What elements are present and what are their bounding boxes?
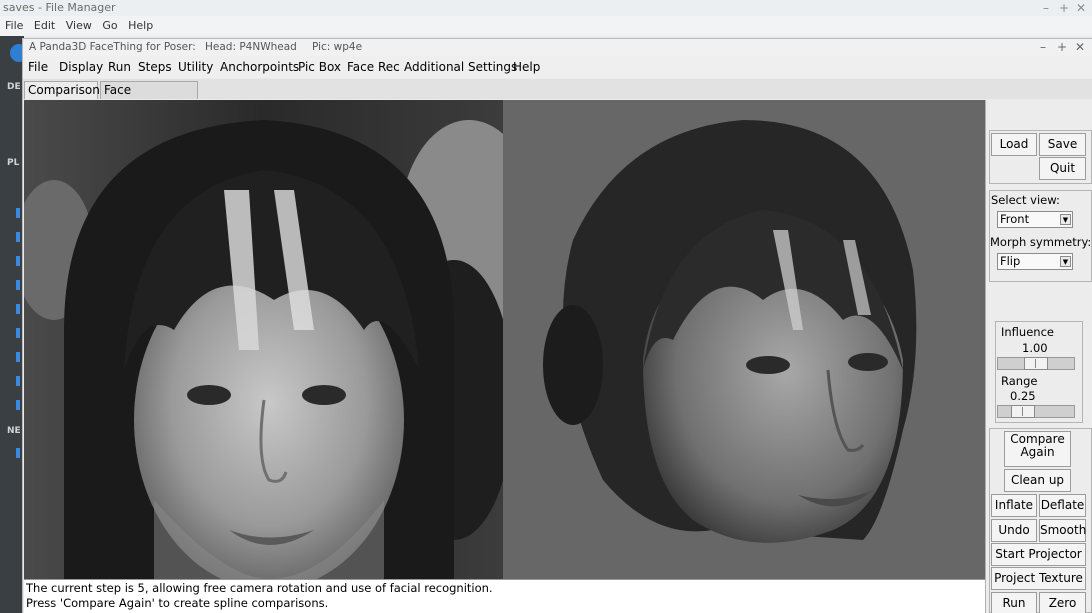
- menu-anchorpoints[interactable]: Anchorpoints: [220, 56, 299, 78]
- fm-bookmark-icon[interactable]: [16, 448, 20, 458]
- tab-comparisons[interactable]: Comparisons: [24, 81, 106, 99]
- select-view-value: Front: [1000, 212, 1030, 226]
- run-button[interactable]: Run: [991, 592, 1037, 613]
- clean-up-button[interactable]: Clean up: [1004, 469, 1071, 492]
- fm-bookmark-icon[interactable]: [16, 304, 20, 314]
- fm-close-icon[interactable]: ✕: [1076, 0, 1086, 16]
- zero-button[interactable]: Zero: [1039, 592, 1086, 613]
- smooth-button[interactable]: Smooth: [1039, 519, 1086, 542]
- file-manager-sidebar: DE PL NE: [0, 36, 24, 613]
- file-manager-title: saves - File Manager: [3, 1, 116, 14]
- menu-help[interactable]: Help: [513, 56, 540, 78]
- influence-slider-thumb[interactable]: [1024, 357, 1048, 370]
- deflate-button[interactable]: Deflate: [1039, 494, 1086, 517]
- window-minimize-icon[interactable]: –: [1040, 39, 1046, 55]
- compare-again-line2: Again: [1020, 445, 1055, 459]
- window-titlebar: A Panda3D FaceThing for Poser: Head: P4N…: [23, 39, 1092, 56]
- status-line-1: The current step is 5, allowing free cam…: [26, 581, 493, 595]
- tab-face-recognition[interactable]: Face Recognition: [100, 81, 198, 114]
- range-slider[interactable]: [997, 405, 1075, 418]
- facething-window: A Panda3D FaceThing for Poser: Head: P4N…: [22, 38, 1092, 613]
- menu-face-rec[interactable]: Face Rec: [347, 56, 400, 78]
- start-projector-button[interactable]: Start Projector: [991, 543, 1086, 566]
- load-button[interactable]: Load: [991, 133, 1037, 156]
- fm-section-label: DE: [7, 82, 21, 92]
- menu-file[interactable]: File: [28, 56, 48, 78]
- fm-menu-go[interactable]: Go: [102, 16, 117, 36]
- quit-button[interactable]: Quit: [1039, 157, 1086, 180]
- undo-button[interactable]: Undo: [991, 519, 1037, 542]
- fm-menu-view[interactable]: View: [66, 16, 92, 36]
- 3d-head-model: [543, 120, 917, 543]
- menu-pic-box[interactable]: Pic Box: [298, 56, 341, 78]
- menu-utility[interactable]: Utility: [178, 56, 213, 78]
- source-photo[interactable]: [24, 100, 503, 579]
- tab-bar: Comparisons Face Recognition: [23, 79, 1092, 114]
- range-slider-thumb[interactable]: [1011, 405, 1035, 418]
- morph-symmetry-dropdown[interactable]: Flip ▼: [997, 253, 1073, 270]
- chevron-down-icon: ▼: [1060, 256, 1071, 267]
- fm-bookmark-icon[interactable]: [16, 280, 20, 290]
- fm-bookmark-icon[interactable]: [16, 352, 20, 362]
- fm-menu-help[interactable]: Help: [128, 16, 153, 36]
- window-maximize-icon[interactable]: +: [1057, 39, 1067, 55]
- fm-section-label: NE: [7, 426, 21, 436]
- fm-bookmark-icon[interactable]: [16, 400, 20, 410]
- fm-maximize-icon[interactable]: +: [1059, 0, 1069, 16]
- save-button[interactable]: Save: [1039, 133, 1086, 156]
- fm-bookmark-icon[interactable]: [16, 328, 20, 338]
- fm-bookmark-icon[interactable]: [16, 208, 20, 218]
- inflate-button[interactable]: Inflate: [991, 494, 1037, 517]
- window-pic-label: Pic: wp4e: [312, 41, 363, 53]
- control-panel: Load Save Quit Select view: Front ▼ Morp…: [985, 100, 1092, 613]
- fm-menu-edit[interactable]: Edit: [34, 16, 55, 36]
- morph-symmetry-label: Morph symmetry:: [990, 235, 1092, 249]
- range-label: Range: [1001, 374, 1038, 388]
- chevron-down-icon: ▼: [1060, 214, 1071, 225]
- morph-symmetry-value: Flip: [1000, 254, 1021, 268]
- window-close-icon[interactable]: ✕: [1075, 39, 1085, 55]
- select-view-dropdown[interactable]: Front ▼: [997, 211, 1073, 228]
- window-head-label: Head: P4NWhead: [205, 41, 297, 53]
- influence-value: 1.00: [1022, 341, 1048, 355]
- status-line-2: Press 'Compare Again' to create spline c…: [26, 596, 329, 610]
- fm-bookmark-icon[interactable]: [16, 256, 20, 266]
- file-manager-titlebar: saves - File Manager – + ✕: [0, 0, 1092, 16]
- status-area: The current step is 5, allowing free cam…: [24, 579, 985, 613]
- fm-section-label: PL: [7, 158, 20, 168]
- file-manager-menubar: File Edit View Go Help: [0, 16, 1092, 36]
- fm-bookmark-icon[interactable]: [16, 232, 20, 242]
- range-value: 0.25: [1010, 389, 1036, 403]
- compare-again-button[interactable]: Compare Again: [1004, 431, 1071, 467]
- fm-bookmark-icon[interactable]: [16, 376, 20, 386]
- menu-display[interactable]: Display: [59, 56, 103, 78]
- menu-run[interactable]: Run: [108, 56, 131, 78]
- source-photo-drawing: [24, 100, 503, 579]
- window-title: A Panda3D FaceThing for Poser:: [29, 41, 196, 53]
- fm-menu-file[interactable]: File: [5, 16, 23, 36]
- 3d-head-viewport[interactable]: [503, 100, 985, 579]
- influence-label: Influence: [1001, 325, 1054, 339]
- influence-slider[interactable]: [997, 357, 1075, 370]
- project-texture-button[interactable]: Project Texture: [991, 567, 1086, 590]
- fm-minimize-icon[interactable]: –: [1043, 0, 1049, 16]
- select-view-label: Select view:: [991, 193, 1060, 207]
- menubar: File Display Run Steps Utility Anchorpoi…: [23, 56, 1092, 78]
- menu-steps[interactable]: Steps: [138, 56, 172, 78]
- menu-additional-settings[interactable]: Additional Settings: [404, 56, 517, 78]
